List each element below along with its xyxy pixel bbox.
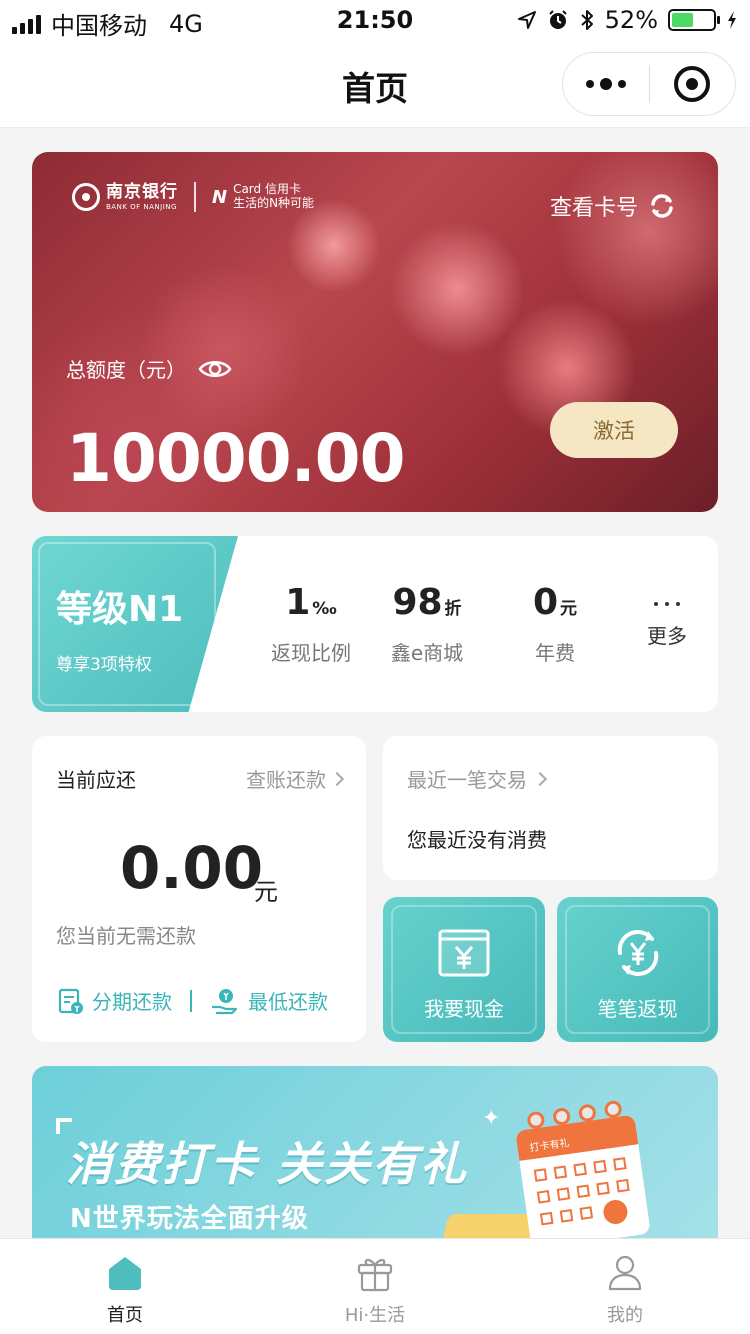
installment-button[interactable]: 分期还款 bbox=[58, 986, 172, 1015]
check-bill-link[interactable]: 查账还款 bbox=[246, 764, 345, 793]
dot-icon bbox=[617, 80, 626, 88]
recent-transaction-card[interactable]: 最近一笔交易 您最近没有消费 bbox=[383, 736, 718, 880]
activate-button[interactable]: 激活 bbox=[550, 402, 678, 458]
chevron-right-icon bbox=[532, 771, 548, 786]
level-title: 等级N1 bbox=[56, 589, 184, 630]
repayment-unit: 元 bbox=[254, 878, 278, 906]
brand-mark: N bbox=[212, 186, 228, 208]
home-icon bbox=[109, 1257, 141, 1290]
promo-banner[interactable]: 消费打卡 关关有礼 N世界玩法全面升级 ✦ 打卡有礼 bbox=[32, 1066, 718, 1266]
bluetooth-icon bbox=[580, 10, 593, 30]
dot-icon bbox=[585, 80, 594, 88]
battery-icon bbox=[668, 9, 720, 31]
bank-name: 南京银行 bbox=[106, 181, 178, 202]
refresh-icon bbox=[651, 194, 673, 218]
status-bar: 中国移动 4G 21:50 52% bbox=[0, 0, 750, 40]
user-icon bbox=[608, 1255, 642, 1291]
current-repayment-card: 当前应还 查账还款 0.00 元 您当前无需还款 分期还款 最低还款 bbox=[32, 736, 366, 1042]
sparkle-icon: ✦ bbox=[482, 1106, 501, 1131]
tab-bar: 首页 Hi·生活 我的 bbox=[0, 1238, 750, 1334]
benefit-annual-fee[interactable]: 0元 年费 bbox=[502, 582, 608, 666]
credit-card[interactable]: 南京银行 BANK OF NANJING N Card 信用卡 生活的N种可能 … bbox=[32, 152, 718, 512]
view-card-number-label: 查看卡号 bbox=[549, 196, 638, 221]
status-right: 52% bbox=[517, 6, 738, 34]
logo-divider bbox=[194, 182, 196, 212]
alarm-icon bbox=[548, 10, 567, 29]
brand-line2: 生活的N种可能 bbox=[233, 196, 315, 210]
actions-divider bbox=[190, 989, 192, 1012]
get-cash-tile[interactable]: 我要现金 bbox=[383, 897, 545, 1042]
close-mini-program-button[interactable] bbox=[650, 53, 736, 115]
cashback-tile[interactable]: 笔笔返现 bbox=[557, 897, 718, 1042]
repayment-title: 当前应还 bbox=[56, 768, 136, 792]
level-subtitle: 尊享3项特权 bbox=[56, 655, 152, 675]
location-arrow-icon bbox=[517, 11, 536, 29]
bank-emblem-icon bbox=[72, 183, 100, 211]
eye-icon[interactable] bbox=[198, 358, 232, 380]
dot-icon bbox=[599, 78, 612, 90]
tab-me[interactable]: 我的 bbox=[500, 1239, 750, 1334]
promo-title: 消费打卡 关关有礼 bbox=[66, 1137, 469, 1191]
card-brand: N Card 信用卡 生活的N种可能 bbox=[212, 182, 315, 211]
recent-transaction-text: 您最近没有消费 bbox=[407, 828, 547, 852]
installment-icon bbox=[58, 988, 83, 1014]
card-logo: 南京银行 BANK OF NANJING N Card 信用卡 生活的N种可能 bbox=[72, 182, 314, 212]
tab-hi-life[interactable]: Hi·生活 bbox=[250, 1239, 500, 1334]
tab-home[interactable]: 首页 bbox=[0, 1239, 250, 1334]
bank-logo: 南京银行 BANK OF NANJING bbox=[72, 183, 178, 211]
battery-fill bbox=[672, 13, 693, 27]
calendar-icon: 打卡有礼 bbox=[516, 1100, 650, 1249]
level-badge[interactable]: 等级N1 尊享3项特权 bbox=[32, 536, 238, 712]
cash-envelope-icon bbox=[438, 929, 490, 977]
get-cash-label: 我要现金 bbox=[424, 997, 504, 1021]
bank-name-en: BANK OF NANJING bbox=[106, 202, 177, 211]
nav-bar: 首页 bbox=[0, 40, 750, 128]
target-close-icon bbox=[674, 66, 711, 102]
benefit-cashback-rate[interactable]: 1 ‰ 返现比例 bbox=[256, 582, 366, 666]
battery-percent: 52% bbox=[604, 6, 658, 34]
minimum-payment-button[interactable]: 最低还款 bbox=[210, 986, 328, 1015]
more-menu-button[interactable] bbox=[563, 53, 649, 115]
chevron-right-icon bbox=[329, 771, 345, 786]
promo-subtitle: N世界玩法全面升级 bbox=[70, 1204, 309, 1234]
brand-line1: Card 信用卡 bbox=[233, 182, 301, 197]
benefit-mall[interactable]: 98 折 鑫e商城 bbox=[372, 582, 482, 666]
gift-icon bbox=[357, 1259, 393, 1292]
more-benefits-button[interactable]: 更多 bbox=[632, 594, 702, 649]
cashback-label: 笔笔返现 bbox=[597, 997, 678, 1021]
repayment-amount: 0.00 bbox=[120, 834, 264, 902]
view-card-number-button[interactable]: 查看卡号 bbox=[550, 190, 676, 222]
hand-coin-icon bbox=[212, 988, 238, 1014]
credit-limit-amount: 10000.00 bbox=[66, 420, 406, 497]
charging-icon bbox=[728, 11, 736, 29]
mini-program-capsule bbox=[562, 52, 736, 116]
more-dots-icon bbox=[632, 594, 702, 614]
repayment-status: 您当前无需还款 bbox=[56, 924, 196, 948]
level-benefits-panel: 等级N1 尊享3项特权 1 ‰ 返现比例 98 折 鑫e商城 0元 年费 更多 bbox=[32, 536, 718, 712]
cashback-cycle-icon bbox=[617, 930, 658, 976]
credit-limit-label: 总额度（元） bbox=[66, 354, 232, 383]
repayment-actions: 分期还款 最低还款 bbox=[58, 986, 328, 1015]
recent-transaction-title: 最近一笔交易 bbox=[407, 764, 548, 793]
